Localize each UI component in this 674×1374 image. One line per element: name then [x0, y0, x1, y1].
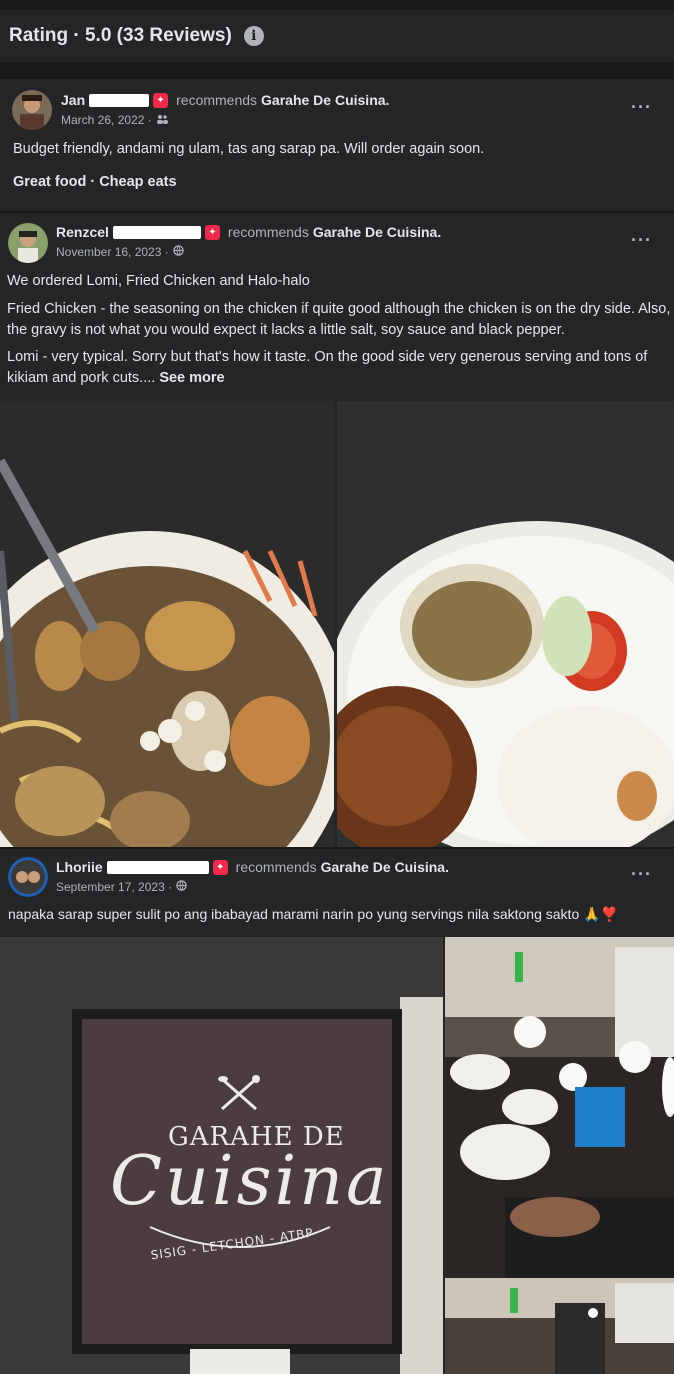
review-header-line: Renzcel ✦ recommends Garahe De Cuisina. — [56, 224, 441, 240]
review-text: Budget friendly, andami ng ulam, tas ang… — [13, 141, 485, 157]
review-date[interactable]: September 17, 2023 · — [56, 880, 172, 894]
page-link[interactable]: Garahe De Cuisina. — [313, 224, 441, 240]
globe-icon — [173, 245, 184, 259]
avatar[interactable] — [8, 857, 48, 897]
recommend-badge-icon: ✦ — [212, 859, 228, 875]
see-more-link[interactable]: See more — [159, 370, 224, 386]
review-paragraph-3: Lomi - very typical. Sorry but that's ho… — [7, 347, 671, 389]
redacted-name — [106, 860, 209, 874]
recommend-badge-icon: ✦ — [204, 224, 220, 240]
recommends-label: recommends — [235, 859, 317, 875]
recommend-badge-icon: ✦ — [153, 92, 169, 108]
review-text: napaka sarap super sulit po ang ibabayad… — [8, 906, 618, 922]
author-name[interactable]: Renzcel — [56, 224, 109, 240]
page-link[interactable]: Garahe De Cuisina. — [261, 92, 389, 108]
more-options-icon[interactable]: ··· — [631, 230, 652, 251]
review-paragraph-1: We ordered Lomi, Fried Chicken and Halo-… — [7, 273, 310, 289]
info-icon[interactable]: i — [243, 26, 264, 46]
globe-icon — [176, 880, 187, 894]
avatar[interactable] — [12, 90, 52, 130]
review-header-line: Jan ✦ recommends Garahe De Cuisina. — [61, 92, 389, 108]
rating-title: Rating · 5.0 (33 Reviews) — [9, 25, 232, 46]
redacted-name — [112, 225, 201, 239]
review-date[interactable]: March 26, 2022 · — [61, 113, 152, 127]
author-name[interactable]: Jan — [61, 92, 85, 108]
photo-restaurant-sign[interactable]: GARAHE DE Cuisina SISIG - LETCHON - ATBP — [0, 937, 443, 1374]
review-card-jan: Jan ✦ recommends Garahe De Cuisina. Marc… — [0, 79, 674, 211]
recommends-label: recommends — [227, 224, 309, 240]
avatar[interactable] — [8, 223, 48, 263]
review-date[interactable]: November 16, 2023 · — [56, 245, 169, 259]
review-meta: November 16, 2023 · — [56, 245, 184, 259]
top-strip — [0, 0, 674, 10]
review-header-line: Lhoriie ✦ recommends Garahe De Cuisina. — [56, 859, 449, 875]
friends-icon — [156, 114, 168, 127]
sign-line-2: Cuisina — [110, 1142, 390, 1221]
more-options-icon[interactable]: ··· — [631, 97, 652, 118]
photo-diners-2[interactable] — [445, 1278, 674, 1374]
photo-lomi[interactable] — [0, 401, 334, 847]
review-tags: Great food · Cheap eats — [13, 174, 177, 190]
author-name[interactable]: Lhoriie — [56, 859, 103, 875]
recommends-label: recommends — [176, 92, 258, 108]
redacted-name — [89, 93, 150, 107]
photo-diners[interactable] — [445, 937, 674, 1277]
review-meta: March 26, 2022 · — [61, 113, 168, 127]
photo-fried-chicken[interactable] — [337, 401, 674, 847]
review-meta: September 17, 2023 · — [56, 880, 187, 894]
review-card-renzcel: Renzcel ✦ recommends Garahe De Cuisina. … — [0, 213, 674, 847]
review-paragraph-3-text: Lomi - very typical. Sorry but that's ho… — [7, 349, 648, 386]
review-card-lhoriie: Lhoriie ✦ recommends Garahe De Cuisina. … — [0, 849, 674, 1374]
review-paragraph-2: Fried Chicken - the seasoning on the chi… — [7, 301, 671, 338]
page-link[interactable]: Garahe De Cuisina. — [321, 859, 449, 875]
more-options-icon[interactable]: ··· — [631, 864, 652, 885]
rating-header: Rating · 5.0 (33 Reviews) i — [0, 10, 674, 62]
